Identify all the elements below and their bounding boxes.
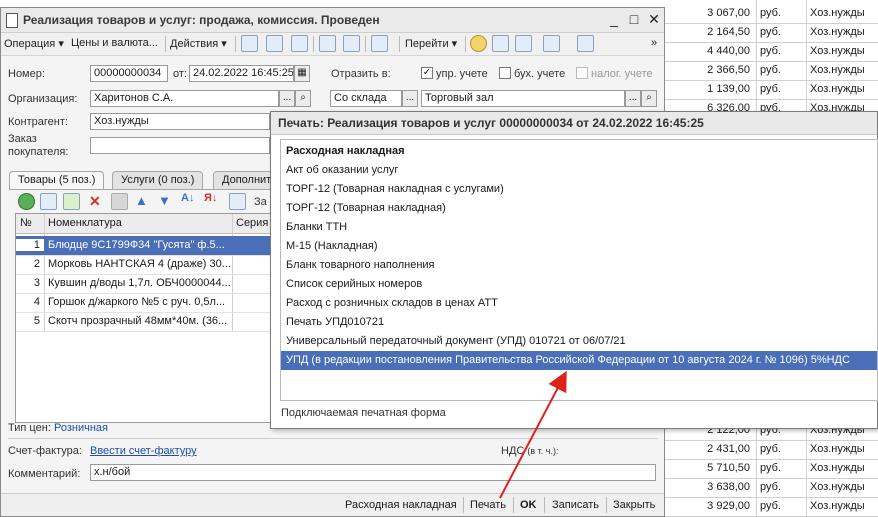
annotation-arrow	[499, 370, 567, 499]
arrow-line	[499, 370, 567, 499]
